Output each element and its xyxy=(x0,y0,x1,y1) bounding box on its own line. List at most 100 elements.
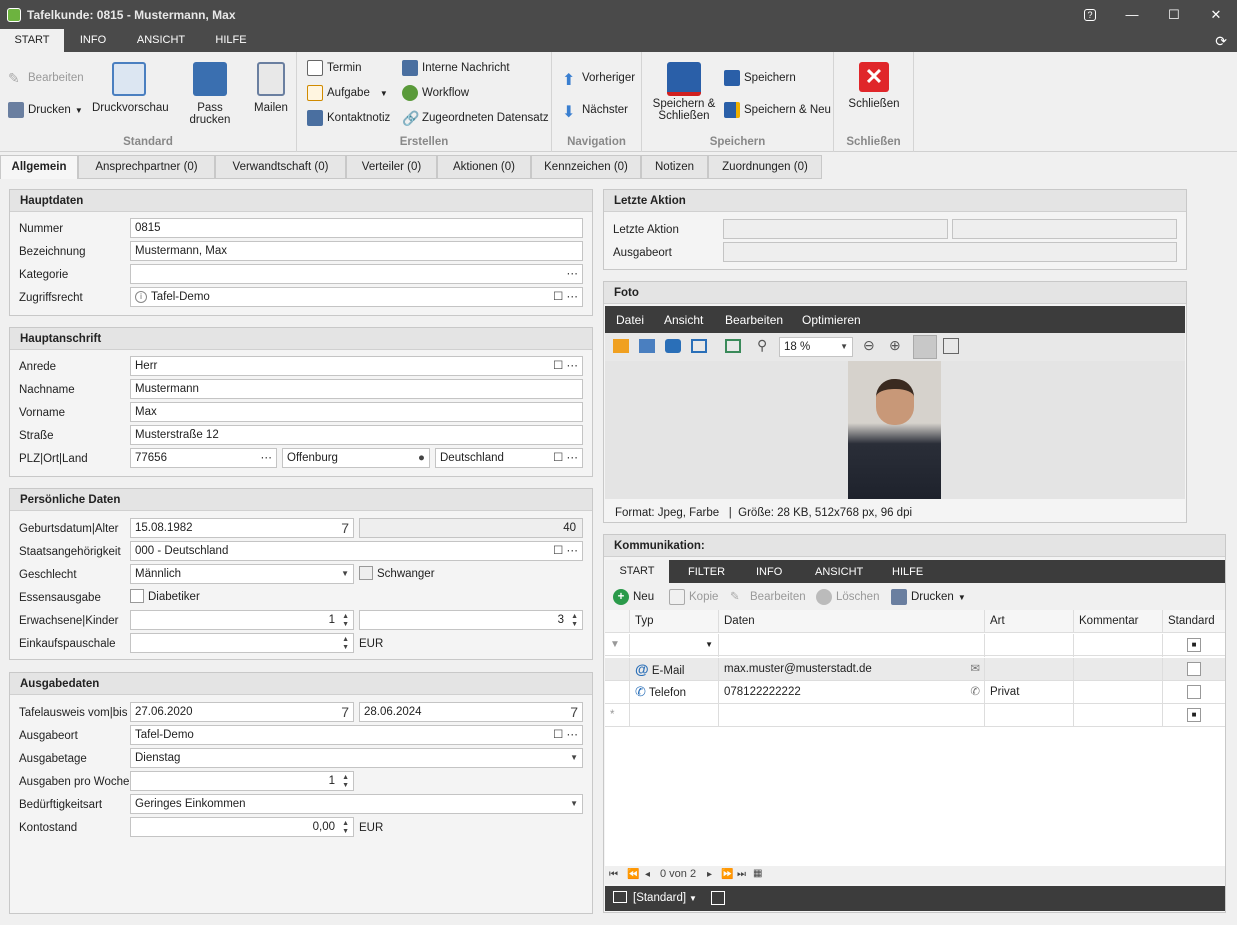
drucken-button[interactable]: Drucken ▼ xyxy=(8,102,83,118)
tab-zuordnungen[interactable]: Zuordnungen (0) xyxy=(708,155,822,179)
menu-hilfe[interactable]: HILFE xyxy=(200,29,262,52)
new-row[interactable]: * ■ xyxy=(605,704,1225,727)
window-ellipsis-icon[interactable]: ☐ ⋯ xyxy=(553,542,578,560)
col-daten[interactable]: Daten xyxy=(719,610,985,633)
tab-ansprechpartner[interactable]: Ansprechpartner (0) xyxy=(78,155,215,179)
ort-field[interactable]: Offenburg ● xyxy=(282,448,430,468)
speichern-button[interactable]: Speichern xyxy=(724,70,796,86)
pager-last-icon[interactable]: ⏭ xyxy=(737,869,746,880)
einkaufspauschale-stepper[interactable]: ▲ ▼ xyxy=(130,633,354,653)
drucken-button[interactable]: Drucken ▼ xyxy=(891,589,966,605)
nummer-field[interactable]: 0815 xyxy=(130,218,583,238)
bearbeiten-button[interactable]: ✎ Bearbeiten xyxy=(730,589,806,605)
menu-start[interactable]: START xyxy=(0,29,64,52)
pager-next-page-icon[interactable]: ⏩ xyxy=(721,869,733,880)
kopie-button[interactable]: Kopie xyxy=(669,589,718,605)
kategorie-field[interactable]: ⋯ xyxy=(130,264,583,284)
land-field[interactable]: Deutschland ☐ ⋯ xyxy=(435,448,583,468)
filter-kommentar[interactable] xyxy=(1074,634,1163,657)
druckvorschau-button[interactable]: Druckvorschau xyxy=(92,62,169,114)
table-row[interactable]: ✆ Telefon 078122222222 ✆ Privat xyxy=(605,681,1225,704)
geschlecht-select[interactable]: Männlich ▼ xyxy=(130,564,354,584)
scanner-icon[interactable] xyxy=(639,339,655,353)
foto-menu-ansicht[interactable]: Ansicht xyxy=(664,313,703,327)
pass-drucken-button[interactable]: Pass drucken xyxy=(176,62,244,126)
interne-nachricht-button[interactable]: Interne Nachricht xyxy=(402,60,510,76)
tab-kennzeichen[interactable]: Kennzeichen (0) xyxy=(531,155,641,179)
pager-next-icon[interactable]: ▸ xyxy=(707,869,712,880)
calendar-icon[interactable]: 7 xyxy=(570,703,578,721)
window-ellipsis-icon[interactable]: ☐ ⋯ xyxy=(553,726,578,744)
window-ellipsis-icon[interactable]: ☐ ⋯ xyxy=(553,288,578,306)
chevron-down-icon[interactable]: ▼ xyxy=(570,749,578,767)
komm-menu-hilfe[interactable]: HILFE xyxy=(892,566,923,578)
search-icon[interactable]: ⚲ xyxy=(757,337,767,354)
komm-menu-filter[interactable]: FILTER xyxy=(688,566,725,578)
speichern-schliessen-button[interactable]: Speichern & Schließen xyxy=(646,62,722,122)
zoom-out-icon[interactable]: ⊖ xyxy=(863,337,875,354)
map-pin-icon[interactable]: ● xyxy=(418,449,425,467)
table-row[interactable]: @ E-Mail max.muster@musterstadt.de ✉ xyxy=(605,658,1225,681)
ausweis-von-field[interactable]: 27.06.2020 7 xyxy=(130,702,354,722)
filter-typ-select[interactable]: ▼ xyxy=(630,634,719,657)
spin-icon[interactable]: ▲ ▼ xyxy=(342,820,349,836)
filter-daten[interactable] xyxy=(719,634,985,657)
komm-menu-ansicht[interactable]: ANSICHT xyxy=(815,566,863,578)
window-ellipsis-icon[interactable]: ☐ ⋯ xyxy=(553,357,578,375)
tab-verwandtschaft[interactable]: Verwandtschaft (0) xyxy=(215,155,346,179)
bezeichnung-field[interactable]: Mustermann, Max xyxy=(130,241,583,261)
ausgabeort-field[interactable]: Tafel-Demo ☐ ⋯ xyxy=(130,725,583,745)
tab-allgemein[interactable]: Allgemein xyxy=(0,155,78,179)
filter-standard-checkbox[interactable]: ■ xyxy=(1187,638,1201,652)
zugriffsrecht-field[interactable]: i Tafel-Demo ☐ ⋯ xyxy=(130,287,583,307)
plz-field[interactable]: 77656 ⋯ xyxy=(130,448,277,468)
col-standard[interactable]: Standard xyxy=(1163,610,1225,633)
monitor-icon[interactable] xyxy=(691,339,707,353)
mail-icon[interactable]: ✉ xyxy=(970,658,980,680)
kontaktnotiz-button[interactable]: Kontaktnotiz xyxy=(307,110,390,126)
beduerftigkeitsart-select[interactable]: Geringes Einkommen ▼ xyxy=(130,794,583,814)
naechster-button[interactable]: ⬇ Nächster xyxy=(562,102,628,121)
window-ellipsis-icon[interactable]: ☐ ⋯ xyxy=(553,449,578,467)
tab-verteiler[interactable]: Verteiler (0) xyxy=(346,155,437,179)
speichern-neu-button[interactable]: Speichern & Neu xyxy=(724,102,831,118)
pager-prev-icon[interactable]: ◂ xyxy=(645,869,650,880)
col-art[interactable]: Art xyxy=(985,610,1074,633)
close-button[interactable]: ✕ xyxy=(1195,0,1237,29)
diabetiker-checkbox[interactable] xyxy=(130,589,144,603)
minimize-button[interactable]: — xyxy=(1111,0,1153,29)
refresh-icon[interactable]: ⟳ xyxy=(1215,33,1227,50)
schliessen-button[interactable]: ✕ Schließen xyxy=(840,62,908,110)
standard-checkbox[interactable] xyxy=(1187,662,1201,676)
ausweis-bis-field[interactable]: 28.06.2024 7 xyxy=(359,702,583,722)
tab-notizen[interactable]: Notizen xyxy=(641,155,708,179)
filter-art[interactable] xyxy=(985,634,1074,657)
spin-icon[interactable]: ▲ ▼ xyxy=(342,774,349,790)
pager-grid-icon[interactable]: ▦ xyxy=(753,868,762,879)
fit-page-icon[interactable] xyxy=(913,335,937,359)
col-typ[interactable]: Typ xyxy=(630,610,719,633)
calendar-icon[interactable]: 7 xyxy=(341,703,349,721)
menu-ansicht[interactable]: ANSICHT xyxy=(122,29,200,52)
zoom-in-icon[interactable]: ⊕ xyxy=(889,337,901,354)
termin-button[interactable]: Termin xyxy=(307,60,362,76)
aufgabe-button[interactable]: Aufgabe ▼ xyxy=(307,85,388,101)
spin-icon[interactable]: ▲ ▼ xyxy=(342,636,349,652)
komm-menu-info[interactable]: INFO xyxy=(756,566,782,578)
camera-icon[interactable] xyxy=(665,339,681,353)
staatsangehoerigkeit-field[interactable]: 000 - Deutschland ☐ ⋯ xyxy=(130,541,583,561)
help-button[interactable]: ? xyxy=(1069,0,1111,29)
kontostand-stepper[interactable]: 0,00 ▲ ▼ xyxy=(130,817,354,837)
chevron-down-icon[interactable]: ▼ xyxy=(341,565,349,583)
ausgabetage-select[interactable]: Dienstag ▼ xyxy=(130,748,583,768)
standard-checkbox[interactable] xyxy=(1187,685,1201,699)
mailen-button[interactable]: Mailen xyxy=(252,62,290,114)
zugeordneter-datensatz-button[interactable]: 🔗 Zugeordneten Datensatz xyxy=(402,110,549,126)
erwachsene-stepper[interactable]: 1 ▲ ▼ xyxy=(130,610,354,630)
komm-menu-start[interactable]: START xyxy=(605,560,669,583)
menu-info[interactable]: INFO xyxy=(64,29,122,52)
strasse-field[interactable]: Musterstraße 12 xyxy=(130,425,583,445)
actual-size-icon[interactable] xyxy=(943,338,959,354)
foto-menu-bearbeiten[interactable]: Bearbeiten xyxy=(725,313,783,327)
workflow-button[interactable]: Workflow xyxy=(402,85,469,101)
